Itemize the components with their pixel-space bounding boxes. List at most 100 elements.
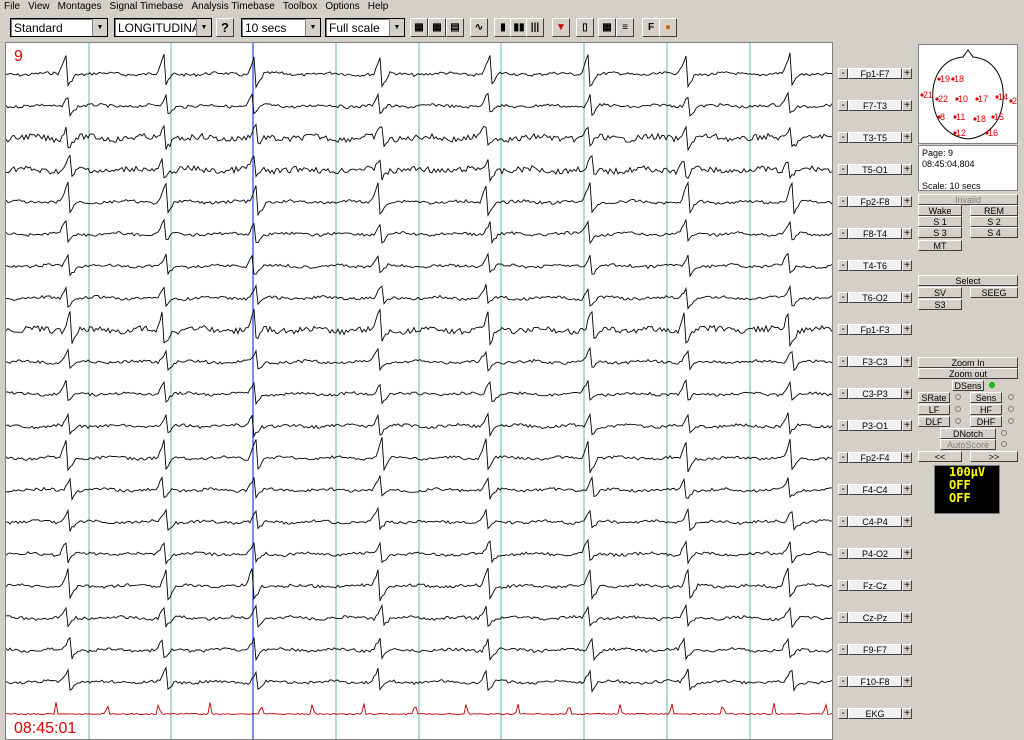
- table-button[interactable]: ▦: [598, 18, 616, 37]
- dsens-radio[interactable]: [989, 382, 995, 388]
- channel-label[interactable]: T3-T5: [848, 132, 902, 143]
- rem-button[interactable]: REM: [970, 205, 1018, 216]
- autoscore-radio[interactable]: [1001, 441, 1007, 447]
- channel-label[interactable]: EKG: [848, 708, 902, 719]
- zoom-out-button[interactable]: Zoom out: [918, 368, 1018, 379]
- view-mode-2-button[interactable]: ▦: [428, 18, 446, 37]
- channel-increase-button[interactable]: +: [902, 388, 912, 399]
- channel-decrease-button[interactable]: -: [838, 708, 848, 719]
- hf-radio[interactable]: [1008, 406, 1014, 412]
- menu-file[interactable]: File: [0, 0, 24, 13]
- channel-label[interactable]: P4-O2: [848, 548, 902, 559]
- view-mode-1-button[interactable]: ▦: [410, 18, 428, 37]
- channel-label[interactable]: F4-C4: [848, 484, 902, 495]
- channel-decrease-button[interactable]: -: [838, 676, 848, 687]
- dhf-radio[interactable]: [1008, 418, 1014, 424]
- channel-decrease-button[interactable]: -: [838, 516, 848, 527]
- menu-options[interactable]: Options: [321, 0, 363, 13]
- channel-decrease-button[interactable]: -: [838, 100, 848, 111]
- menu-montages[interactable]: Montages: [54, 0, 106, 13]
- select-button[interactable]: Select: [918, 275, 1018, 286]
- channel-increase-button[interactable]: +: [902, 100, 912, 111]
- lf-button[interactable]: LF: [918, 404, 950, 415]
- channel-increase-button[interactable]: +: [902, 676, 912, 687]
- channel-label[interactable]: Fz-Cz: [848, 580, 902, 591]
- channel-decrease-button[interactable]: -: [838, 452, 848, 463]
- channel-increase-button[interactable]: +: [902, 580, 912, 591]
- channel-increase-button[interactable]: +: [902, 420, 912, 431]
- view-mode-3-button[interactable]: ▤: [446, 18, 464, 37]
- channel-decrease-button[interactable]: -: [838, 644, 848, 655]
- color-button[interactable]: ●: [659, 18, 677, 37]
- channel-increase-button[interactable]: +: [902, 68, 912, 79]
- channel-label[interactable]: T4-T6: [848, 260, 902, 271]
- channel-increase-button[interactable]: +: [902, 516, 912, 527]
- channel-increase-button[interactable]: +: [902, 196, 912, 207]
- dhf-button[interactable]: DHF: [970, 416, 1002, 427]
- channel-increase-button[interactable]: +: [902, 548, 912, 559]
- channel-increase-button[interactable]: +: [902, 452, 912, 463]
- channel-decrease-button[interactable]: -: [838, 484, 848, 495]
- channel-label[interactable]: Fp1-F7: [848, 68, 902, 79]
- lf-radio[interactable]: [955, 406, 961, 412]
- seeg-button[interactable]: SEEG: [970, 287, 1018, 298]
- channel-label[interactable]: Fp2-F4: [848, 452, 902, 463]
- channel-increase-button[interactable]: +: [902, 324, 912, 335]
- s1-button[interactable]: S 1: [918, 216, 962, 227]
- montage-set-select[interactable]: Standard ▼: [10, 18, 108, 37]
- srate-radio[interactable]: [955, 394, 961, 400]
- channel-label[interactable]: F7-T3: [848, 100, 902, 111]
- channel-label[interactable]: P3-O1: [848, 420, 902, 431]
- channel-increase-button[interactable]: +: [902, 644, 912, 655]
- autoscore-button[interactable]: AutoScore: [940, 439, 996, 450]
- s2-button[interactable]: S 2: [970, 216, 1018, 227]
- srate-button[interactable]: SRate: [918, 392, 950, 403]
- s4-button[interactable]: S 4: [970, 227, 1018, 238]
- channel-increase-button[interactable]: +: [902, 292, 912, 303]
- help-button[interactable]: ?: [216, 18, 234, 37]
- channel-decrease-button[interactable]: -: [838, 132, 848, 143]
- sens-button[interactable]: Sens: [970, 392, 1002, 403]
- eeg-trace-area[interactable]: 9 08:45:01: [5, 42, 833, 740]
- zoom-in-button[interactable]: Zoom In: [918, 357, 1018, 368]
- dlf-radio[interactable]: [955, 418, 961, 424]
- dnotch-radio[interactable]: [1001, 430, 1007, 436]
- channel-decrease-button[interactable]: -: [838, 228, 848, 239]
- channel-decrease-button[interactable]: -: [838, 420, 848, 431]
- channel-decrease-button[interactable]: -: [838, 580, 848, 591]
- channel-decrease-button[interactable]: -: [838, 612, 848, 623]
- channel-decrease-button[interactable]: -: [838, 260, 848, 271]
- channel-increase-button[interactable]: +: [902, 708, 912, 719]
- montage-select[interactable]: LONGITUDINA ▼: [114, 18, 212, 37]
- menu-toolbox[interactable]: Toolbox: [279, 0, 321, 13]
- mt-button[interactable]: MT: [918, 240, 962, 251]
- prev-page-button[interactable]: <<: [918, 451, 962, 462]
- wake-button[interactable]: Wake: [918, 205, 962, 216]
- channel-decrease-button[interactable]: -: [838, 196, 848, 207]
- channel-label[interactable]: F3-C3: [848, 356, 902, 367]
- channel-increase-button[interactable]: +: [902, 164, 912, 175]
- hf-button[interactable]: HF: [970, 404, 1002, 415]
- channel-decrease-button[interactable]: -: [838, 68, 848, 79]
- channel-label[interactable]: F9-F7: [848, 644, 902, 655]
- menu-signal-timebase[interactable]: Signal Timebase: [106, 0, 188, 13]
- channel-increase-button[interactable]: +: [902, 356, 912, 367]
- s3-button[interactable]: S 3: [918, 227, 962, 238]
- channel-label[interactable]: Cz-Pz: [848, 612, 902, 623]
- sens-radio[interactable]: [1008, 394, 1014, 400]
- filter-button[interactable]: ∿: [470, 18, 488, 37]
- channel-increase-button[interactable]: +: [902, 228, 912, 239]
- channel-increase-button[interactable]: +: [902, 612, 912, 623]
- channel-decrease-button[interactable]: -: [838, 324, 848, 335]
- channel-label[interactable]: Fp2-F8: [848, 196, 902, 207]
- next-page-button[interactable]: >>: [970, 451, 1018, 462]
- dnotch-button[interactable]: DNotch: [940, 428, 996, 439]
- channel-label[interactable]: Fp1-F3: [848, 324, 902, 335]
- channel-decrease-button[interactable]: -: [838, 356, 848, 367]
- dlf-button[interactable]: DLF: [918, 416, 950, 427]
- channel-label[interactable]: C3-P3: [848, 388, 902, 399]
- s3-select-button[interactable]: S3: [918, 299, 962, 310]
- marker-button[interactable]: ▼: [552, 18, 570, 37]
- cursor-3-button[interactable]: |||: [526, 18, 544, 37]
- scale-select[interactable]: Full scale ▼: [325, 18, 405, 37]
